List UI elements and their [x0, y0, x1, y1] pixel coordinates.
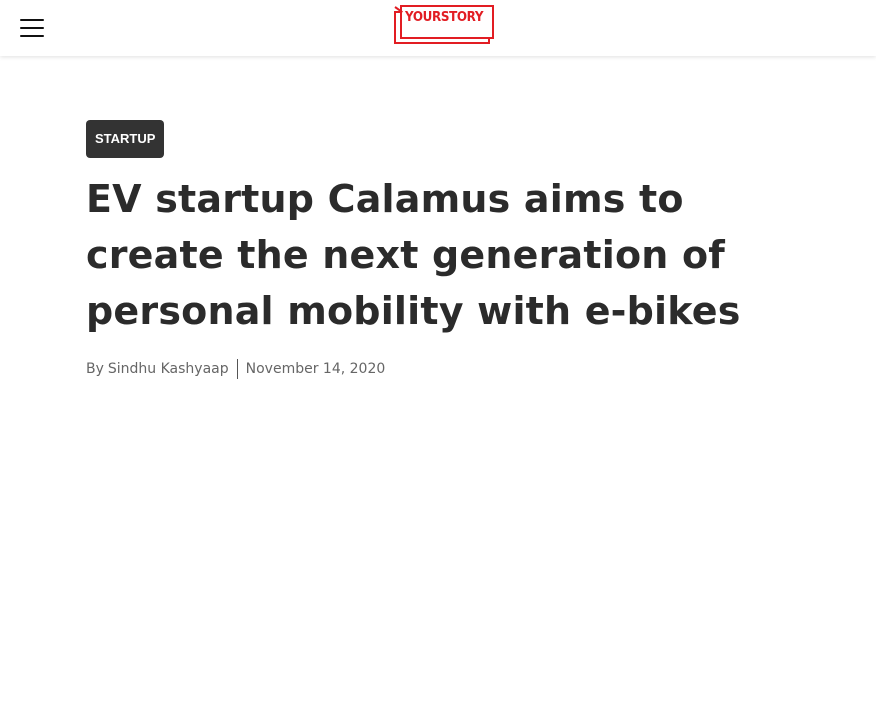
article-title: EV startup Calamus aims to create the ne… — [86, 177, 741, 333]
yourstory-logo[interactable]: YOURSTORY — [393, 4, 497, 46]
menu-line — [20, 35, 44, 37]
article-byline: By Sindhu Kashyaap November 14, 2020 — [86, 358, 385, 380]
publish-date: November 14, 2020 — [245, 361, 386, 377]
menu-line — [20, 19, 44, 21]
byline-divider — [236, 359, 238, 379]
byline-prefix: By — [86, 361, 104, 377]
logo-text: YOURSTORY — [405, 10, 484, 25]
menu-line — [20, 27, 44, 29]
category-tag[interactable]: STARTUP — [86, 120, 165, 158]
hamburger-menu-icon[interactable] — [20, 18, 44, 38]
author-link[interactable]: Sindhu Kashyaap — [108, 361, 229, 377]
top-navigation-bar: YOURSTORY — [0, 0, 876, 56]
